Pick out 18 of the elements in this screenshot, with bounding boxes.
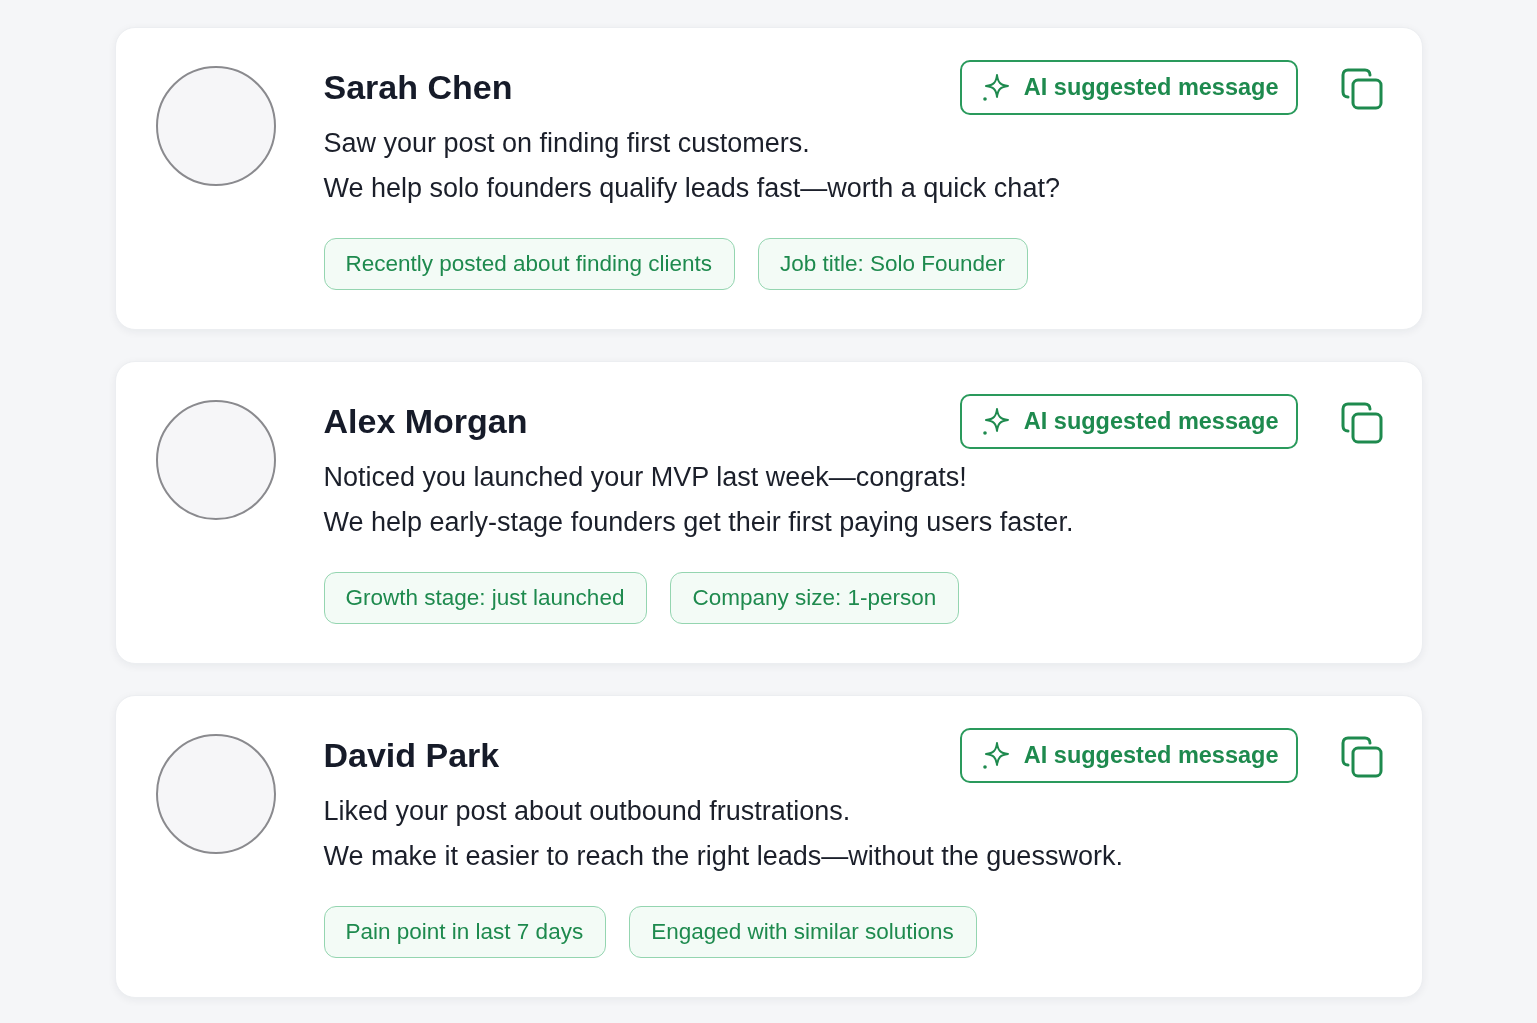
message-text: Noticed you launched your MVP last week—congrats! We help early-stage founders get their first paying users faster. [323, 461, 1075, 539]
lead-name: Sarah Chen [323, 68, 513, 107]
lead-name: David Park [323, 736, 500, 775]
copy-icon[interactable] [1339, 735, 1384, 779]
message-text: Liked your post about outbound frustrations. We make it easier to reach the right leads—without the guesswork. [323, 795, 1124, 873]
copy-icon[interactable] [1339, 401, 1384, 445]
copy-icon[interactable] [1339, 67, 1384, 111]
lead-name: Alex Morgan [323, 402, 528, 441]
ai-suggested-message-button[interactable]: AI suggested message [959, 728, 1298, 783]
ai-suggested-message-button[interactable]: AI suggested message [959, 394, 1298, 449]
signal-tag: Pain point in last 7 days [323, 906, 607, 958]
signal-tag: Recently posted about finding clients [323, 238, 735, 290]
signal-tag: Company size: 1-person [670, 572, 960, 624]
signal-tag: Growth stage: just launched [323, 572, 648, 624]
signal-tag: Job title: Solo Founder [758, 238, 1029, 290]
ai-suggested-message-button[interactable]: AI suggested message [959, 60, 1298, 115]
message-text: Saw your post on finding first customers. We help solo founders qualify leads fast—worth a quick chat? [323, 127, 1061, 205]
signal-tag: Engaged with similar solutions [629, 906, 977, 958]
